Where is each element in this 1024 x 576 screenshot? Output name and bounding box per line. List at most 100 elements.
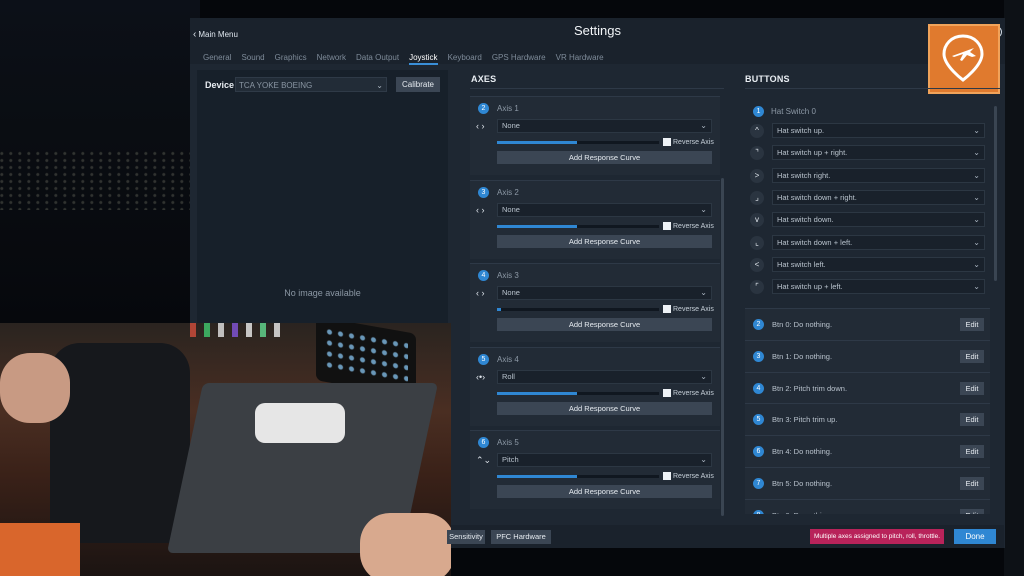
axis-position-track (497, 141, 659, 144)
button-action-text: Btn 4: Do nothing. (772, 447, 833, 457)
throttle-levers (255, 403, 345, 443)
chevron-down-icon: ⌄ (973, 282, 980, 292)
tab-joystick[interactable]: Joystick (409, 53, 438, 65)
hat-action-select[interactable]: Hat switch down + right. ⌄ (772, 189, 985, 205)
tab-vr-hardware[interactable]: VR Hardware (556, 53, 604, 62)
hat-direction-row: ^ Hat switch up. ⌄ (750, 123, 986, 139)
button-mapping-card: 6 Btn 4: Do nothing. Edit (745, 435, 990, 468)
axis-card: 5 Axis 4 ‹•› Roll ⌄ Reverse Axis Add Response … (470, 346, 720, 426)
device-select[interactable]: TCA YOKE BOEING ⌄ (235, 77, 387, 92)
hat-direction-row: > Hat switch right. ⌄ (750, 167, 986, 184)
reverse-axis-label: Reverse Axis (673, 306, 714, 313)
axes-scrollbar[interactable] (721, 178, 724, 516)
add-response-curve-button[interactable]: Add Response Curve (497, 151, 712, 164)
done-button[interactable]: Done (954, 529, 996, 544)
tab-data-output[interactable]: Data Output (356, 53, 399, 62)
buttons-divider (745, 88, 1000, 89)
hat-direction-icon: ⌜ (750, 280, 764, 295)
edit-button[interactable]: Edit (960, 477, 984, 490)
calibrate-button[interactable]: Calibrate (396, 77, 440, 92)
hat-direction-icon: < (750, 257, 764, 272)
axis-assignment-select[interactable]: None ⌄ (497, 202, 712, 217)
add-response-curve-button[interactable]: Add Response Curve (497, 234, 712, 248)
axis-direction-icon: ‹•› (476, 371, 486, 382)
edit-button[interactable]: Edit (960, 445, 984, 459)
axis-card: 6 Axis 5 ⌃⌄ Pitch ⌄ Reverse Axis Add Response … (470, 430, 720, 509)
axis-assignment-select[interactable]: Pitch ⌄ (497, 453, 712, 467)
hat-action-select[interactable]: Hat switch left. ⌄ (772, 256, 985, 272)
axis-position-track (497, 391, 659, 395)
hat-switch-label: Hat Switch 0 (771, 107, 816, 116)
add-response-curve-button[interactable]: Add Response Curve (497, 485, 712, 498)
axes-divider (470, 88, 724, 89)
axis-card: 4 Axis 3 ‹ › None ⌄ Reverse Axis Add Response … (470, 263, 720, 342)
axis-card: 2 Axis 1 ‹ › None ⌄ Reverse Axis Add Response … (470, 96, 720, 175)
no-image-text: No image available (284, 288, 361, 298)
hat-direction-icon: v (750, 213, 764, 228)
add-response-curve-button[interactable]: Add Response Curve (497, 401, 712, 415)
app-logo (928, 24, 1000, 94)
hat-direction-row: ⌟ Hat switch down + right. ⌄ (750, 189, 986, 206)
sensitivity-button[interactable]: Sensitivity (447, 530, 485, 544)
axis-position-track (497, 224, 659, 228)
hat-direction-row: ⌞ Hat switch down + left. ⌄ (750, 234, 986, 251)
webcam-overlay (0, 323, 451, 576)
device-panel: Device TCA YOKE BOEING ⌄ Calibrate No im… (197, 70, 448, 325)
axis-position-fill (497, 475, 577, 478)
axis-label: Axis 5 (497, 438, 519, 447)
axis-number-badge: 6 (478, 437, 489, 448)
axis-assignment-select[interactable]: None ⌄ (497, 119, 712, 133)
hat-direction-row: ⌜ Hat switch up + left. ⌄ (750, 279, 986, 295)
hat-action-select[interactable]: Hat switch down + left. ⌄ (772, 234, 985, 250)
buttons-scrollbar[interactable] (994, 106, 997, 281)
reverse-axis-checkbox[interactable] (663, 305, 671, 313)
reverse-axis-checkbox[interactable] (663, 388, 671, 397)
hat-action-select[interactable]: Hat switch down. ⌄ (772, 212, 985, 228)
hat-action-select[interactable]: Hat switch right. ⌄ (772, 167, 985, 183)
axis-position-fill (497, 308, 501, 311)
hat-direction-icon: ⌟ (750, 190, 764, 205)
hat-action-select[interactable]: Hat switch up. ⌄ (772, 123, 985, 138)
button-mapping-card: 5 Btn 3: Pitch trim up. Edit (745, 403, 990, 436)
device-label: Device (205, 80, 235, 90)
tab-network[interactable]: Network (317, 53, 346, 62)
tab-keyboard[interactable]: Keyboard (448, 53, 482, 62)
button-number-badge: 8 (753, 509, 764, 514)
axis-number-badge: 4 (478, 270, 489, 281)
reverse-axis-checkbox[interactable] (663, 138, 671, 146)
edit-button[interactable]: Edit (960, 508, 984, 514)
tab-sound[interactable]: Sound (241, 53, 264, 62)
axis-assignment-select[interactable]: Roll ⌄ (497, 369, 712, 384)
edit-button[interactable]: Edit (960, 413, 984, 427)
chevron-down-icon: ⌄ (973, 170, 980, 180)
hat-action-select[interactable]: Hat switch up + right. ⌄ (772, 145, 985, 161)
hat-action-select[interactable]: Hat switch up + left. ⌄ (772, 279, 985, 295)
hat-direction-icon: ⌞ (750, 235, 764, 250)
button-mapping-card: 3 Btn 1: Do nothing. Edit (745, 339, 990, 372)
axis-number-badge: 5 (478, 353, 489, 365)
chevron-down-icon: ⌄ (700, 121, 707, 130)
tab-graphics[interactable]: Graphics (275, 53, 307, 62)
axis-position-fill (497, 391, 577, 395)
button-action-text: Btn 0: Do nothing. (772, 320, 833, 329)
pfc-hardware-button[interactable]: PFC Hardware (491, 530, 551, 544)
tab-general[interactable]: General (203, 53, 231, 62)
button-number-badge: 4 (753, 382, 764, 394)
chevron-down-icon: ⌄ (700, 204, 707, 214)
axis-assignment-select[interactable]: None ⌄ (497, 286, 712, 300)
reverse-axis-checkbox[interactable] (663, 221, 671, 230)
button-mapping-card: 2 Btn 0: Do nothing. Edit (745, 308, 990, 340)
reverse-axis-checkbox[interactable] (663, 472, 671, 480)
add-response-curve-button[interactable]: Add Response Curve (497, 318, 712, 331)
axis-number-badge: 2 (478, 103, 489, 114)
edit-button[interactable]: Edit (960, 381, 984, 395)
axis-number-badge: 3 (478, 186, 489, 198)
reverse-axis-label: Reverse Axis (673, 222, 714, 230)
edit-button[interactable]: Edit (960, 318, 984, 331)
tab-gps-hardware[interactable]: GPS Hardware (492, 53, 546, 62)
axes-title: AXES (471, 74, 497, 84)
edit-button[interactable]: Edit (960, 349, 984, 363)
chevron-down-icon: ⌄ (700, 371, 707, 381)
axis-label: Axis 4 (497, 354, 519, 364)
cockpit-lights (190, 323, 320, 337)
